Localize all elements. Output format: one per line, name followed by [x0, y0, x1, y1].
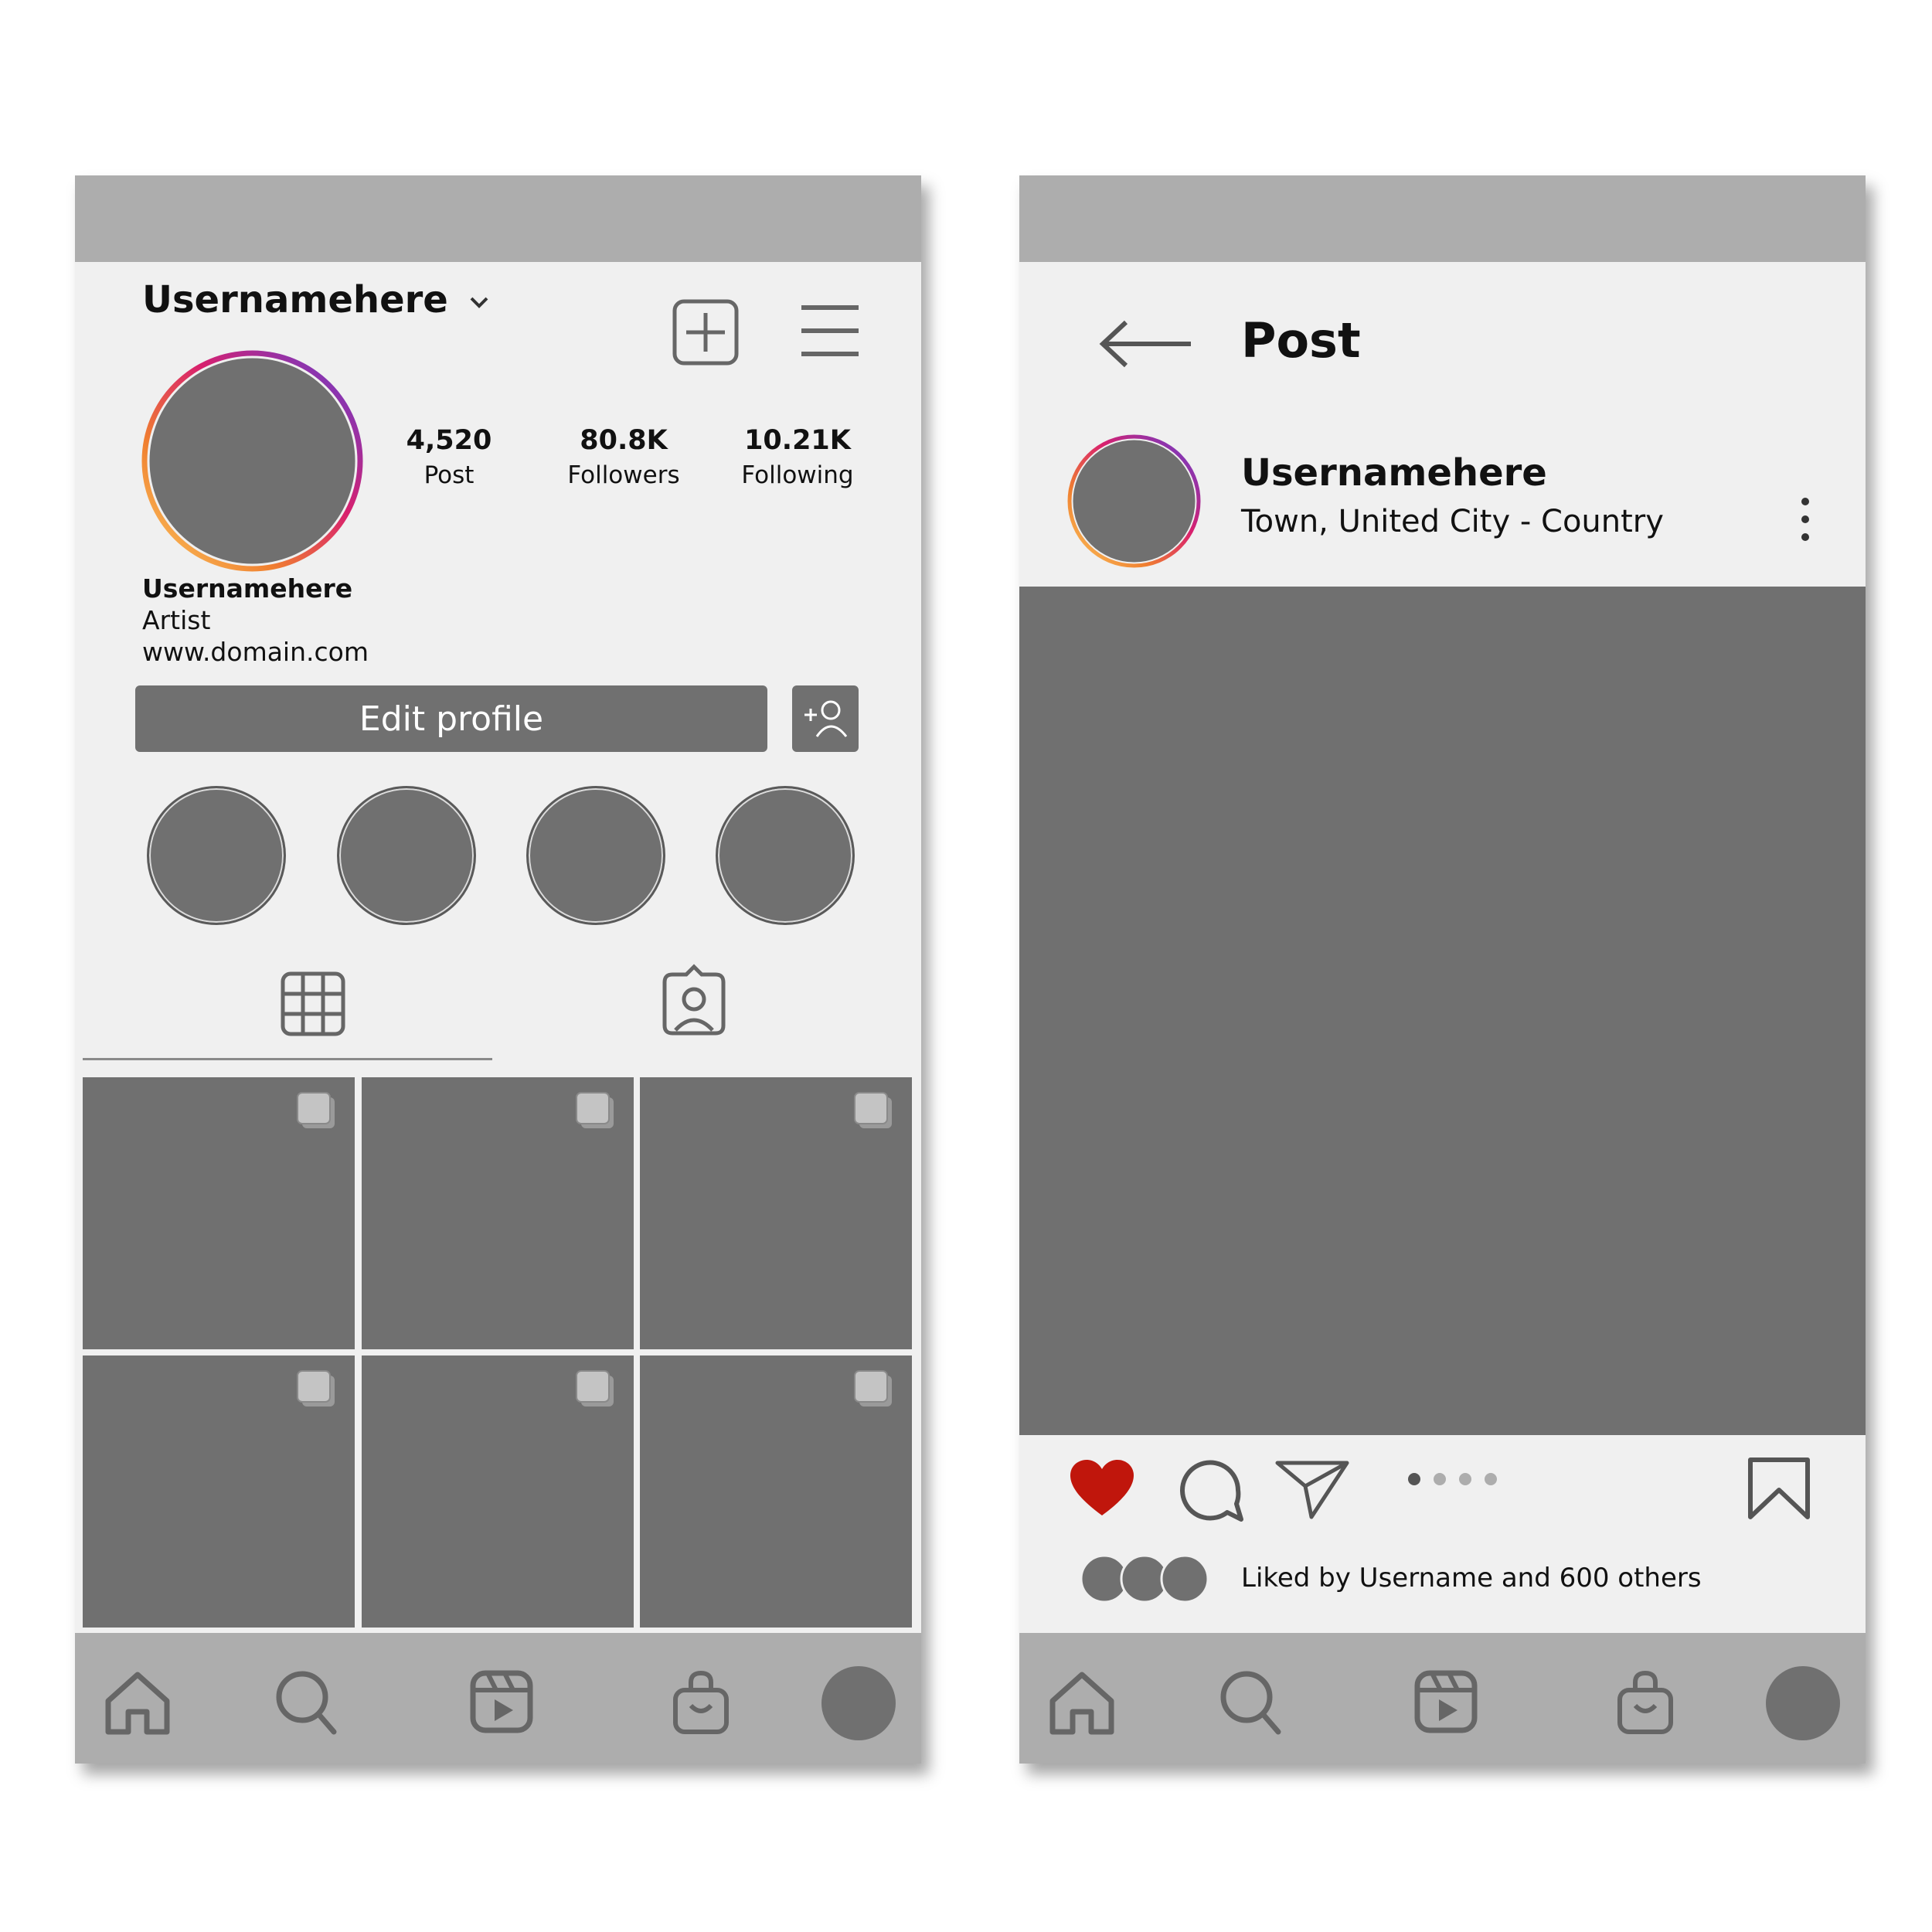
bio-category: Artist: [142, 605, 211, 635]
home-icon[interactable]: [104, 1670, 172, 1735]
grid-post-2[interactable]: [362, 1077, 634, 1349]
grid-post-1[interactable]: [83, 1077, 355, 1349]
story-highlight-4[interactable]: [716, 786, 855, 925]
tab-posts-grid[interactable]: [281, 971, 345, 1036]
bio-name: Usernamehere: [142, 573, 353, 604]
edit-profile-button[interactable]: Edit profile: [135, 685, 767, 752]
liked-by-avatars[interactable]: [1080, 1554, 1211, 1604]
carousel-dot: [1408, 1473, 1420, 1485]
liked-by-text[interactable]: Liked by Username and 600 others: [1241, 1563, 1702, 1594]
tab-tagged[interactable]: [662, 964, 726, 1036]
followers-label[interactable]: Followers: [539, 461, 709, 489]
new-post-icon[interactable]: [672, 299, 739, 366]
following-count[interactable]: 10.21K: [713, 425, 883, 456]
back-arrow-icon[interactable]: [1098, 319, 1194, 369]
multiple-photos-icon: [296, 1369, 336, 1408]
bottom-nav: [1019, 1633, 1866, 1764]
tagged-user-icon: [662, 964, 726, 1036]
share-send-icon[interactable]: [1274, 1458, 1350, 1520]
profile-screen: Usernamehere 4,520 Post 80.8K Followers …: [75, 175, 921, 1764]
post-count-label: Post: [423, 461, 474, 489]
active-tab-indicator: [83, 1058, 492, 1060]
post-location[interactable]: Town, United City - Country: [1241, 504, 1664, 539]
discover-people-button[interactable]: [792, 685, 859, 752]
followers-count[interactable]: 80.8K: [539, 425, 709, 456]
status-bar: [1019, 175, 1866, 262]
bottom-nav: [75, 1633, 921, 1764]
multiple-photos-icon: [575, 1369, 615, 1408]
story-highlight-1[interactable]: [147, 786, 286, 925]
account-switcher[interactable]: Usernamehere: [142, 278, 489, 321]
grid-post-6[interactable]: [640, 1355, 912, 1628]
comment-icon[interactable]: [1179, 1459, 1244, 1524]
profile-tab-avatar[interactable]: [821, 1666, 896, 1740]
carousel-indicator: [1406, 1471, 1499, 1487]
bio-website-link[interactable]: www.domain.com: [142, 637, 369, 667]
page-title: Post: [1241, 312, 1361, 369]
following-label[interactable]: Following: [713, 461, 883, 489]
search-icon[interactable]: [275, 1670, 337, 1735]
menu-icon[interactable]: [800, 303, 860, 359]
post-screen: Post Usernamehere Town, United City - Co…: [1019, 175, 1866, 1764]
multiple-photos-icon: [853, 1369, 893, 1408]
carousel-dot: [1485, 1473, 1497, 1485]
post-author-username[interactable]: Usernamehere: [1241, 451, 1547, 495]
story-highlight-3[interactable]: [526, 786, 665, 925]
post-count: 4,520: [406, 425, 492, 456]
add-user-icon: [803, 699, 848, 738]
profile-username: Usernamehere: [142, 278, 448, 321]
post-image[interactable]: [1019, 587, 1866, 1435]
profile-tab-avatar[interactable]: [1766, 1666, 1840, 1740]
search-icon[interactable]: [1219, 1670, 1281, 1735]
profile-avatar[interactable]: [138, 347, 366, 575]
grid-post-3[interactable]: [640, 1077, 912, 1349]
status-bar: [75, 175, 921, 262]
grid-post-5[interactable]: [362, 1355, 634, 1628]
more-options-icon[interactable]: [1800, 496, 1811, 543]
save-bookmark-icon[interactable]: [1747, 1456, 1811, 1521]
multiple-photos-icon: [853, 1091, 893, 1130]
shop-icon[interactable]: [1617, 1668, 1674, 1735]
post-author-avatar[interactable]: [1066, 434, 1202, 569]
chevron-down-icon: [469, 296, 489, 308]
home-icon[interactable]: [1048, 1670, 1116, 1735]
reels-icon[interactable]: [1414, 1670, 1478, 1733]
grid-icon: [281, 971, 345, 1036]
story-highlight-2[interactable]: [337, 786, 476, 925]
like-heart-icon[interactable]: [1069, 1458, 1135, 1519]
grid-post-4[interactable]: [83, 1355, 355, 1628]
shop-icon[interactable]: [672, 1668, 730, 1735]
multiple-photos-icon: [296, 1091, 336, 1130]
multiple-photos-icon: [575, 1091, 615, 1130]
carousel-dot: [1434, 1473, 1446, 1485]
reels-icon[interactable]: [470, 1670, 533, 1733]
carousel-dot: [1459, 1473, 1471, 1485]
